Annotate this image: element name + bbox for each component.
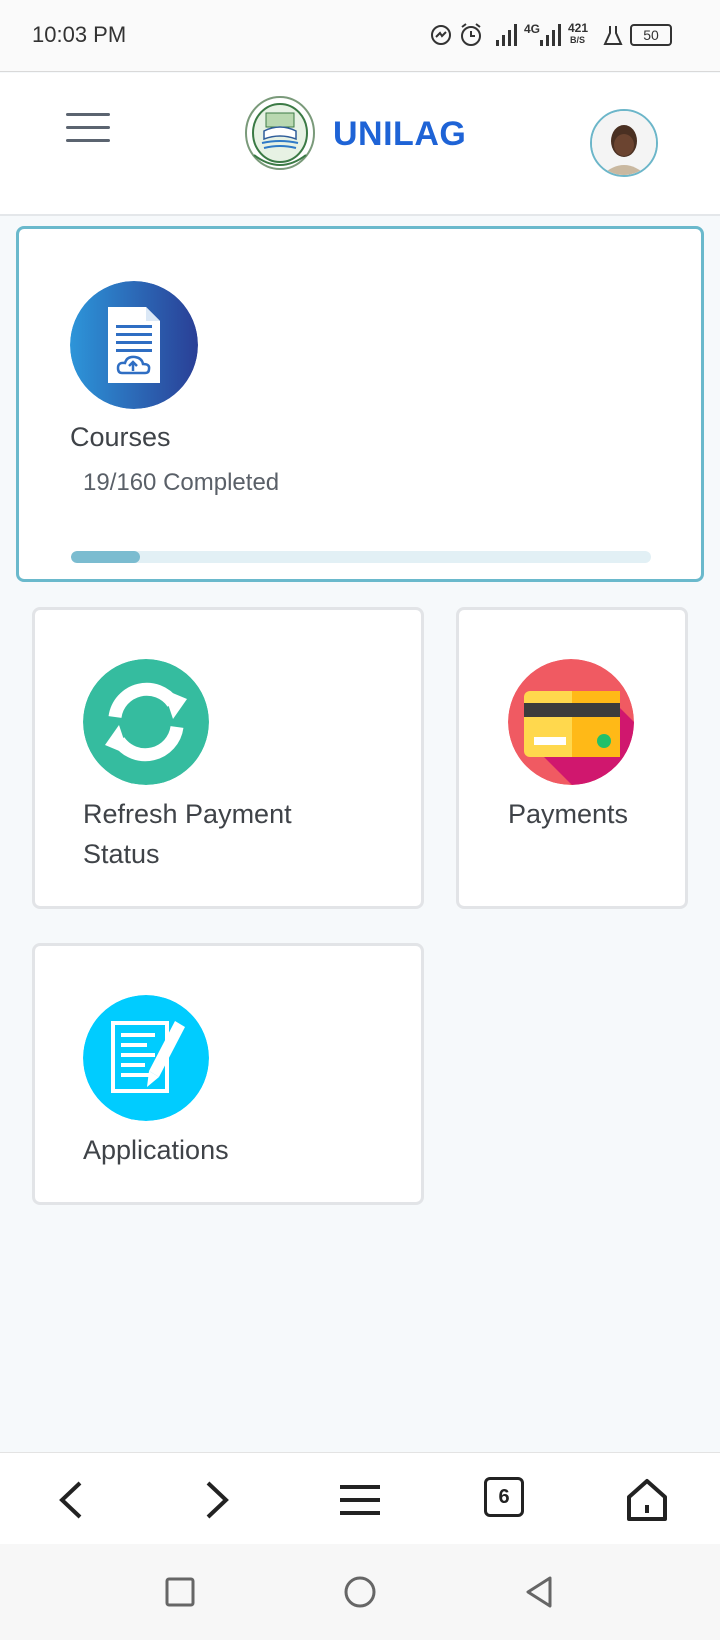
document-upload-icon [70,281,198,409]
menu-button[interactable] [66,113,110,149]
brand-name: UNILAG [333,115,467,153]
payments-icon-wrap [508,659,634,785]
courses-progress-text: 19/160 Completed [83,469,280,496]
refresh-title-line1: Refresh Payment [83,799,292,829]
home-icon[interactable] [622,1475,672,1525]
browser-toolbar: 6 [0,1452,720,1544]
alarm-icon [461,23,481,46]
applications-title: Applications [83,1135,229,1165]
applications-card[interactable]: Applications [32,943,424,1205]
home-circle-icon[interactable] [340,1572,380,1612]
back-triangle-icon[interactable] [520,1572,560,1612]
payments-title: Payments [508,799,629,829]
lab-flask-icon [603,26,623,45]
status-bar: 10:03 PM 4G 421 B/S 50 [0,0,720,72]
courses-progress-fill [71,551,140,563]
refresh-title-line2: Status [83,839,160,869]
applications-icon-wrap [83,995,209,1121]
edit-document-icon [83,995,209,1121]
messenger-icon [431,25,451,45]
tabs-icon[interactable]: 6 [484,1477,524,1517]
courses-title: Courses [70,422,171,452]
refresh-payment-status-card[interactable]: Refresh Payment Status [32,607,424,909]
recents-icon[interactable] [160,1572,200,1612]
menu-icon-bar [66,113,110,116]
avatar-image [592,111,656,175]
browser-menu-icon[interactable] [335,1475,385,1525]
network-speed-value: 421 [568,21,589,35]
android-nav-bar [0,1544,720,1640]
logo-crest [245,96,315,170]
avatar[interactable] [590,109,658,177]
signal-icon [540,24,561,46]
back-icon[interactable] [48,1475,98,1525]
credit-card-icon [508,659,634,785]
courses-card[interactable]: Courses 19/160 Completed [16,226,704,582]
battery-icon: 50 [630,24,672,46]
signal-icon [496,24,517,46]
battery-level: 50 [643,27,659,43]
network-speed-unit: B/S [570,35,586,45]
status-time: 10:03 PM [32,22,127,47]
menu-icon-bar [66,139,110,142]
courses-progress-bar [71,551,651,563]
payments-card[interactable]: Payments [456,607,688,909]
forward-icon[interactable] [190,1475,240,1525]
courses-icon [70,281,198,409]
menu-icon-bar [66,126,110,129]
refresh-icon-wrap [83,659,209,785]
status-icons: 4G 421 B/S 50 [430,20,690,50]
app-header: UNILAG [0,73,720,216]
refresh-icon [83,659,209,785]
